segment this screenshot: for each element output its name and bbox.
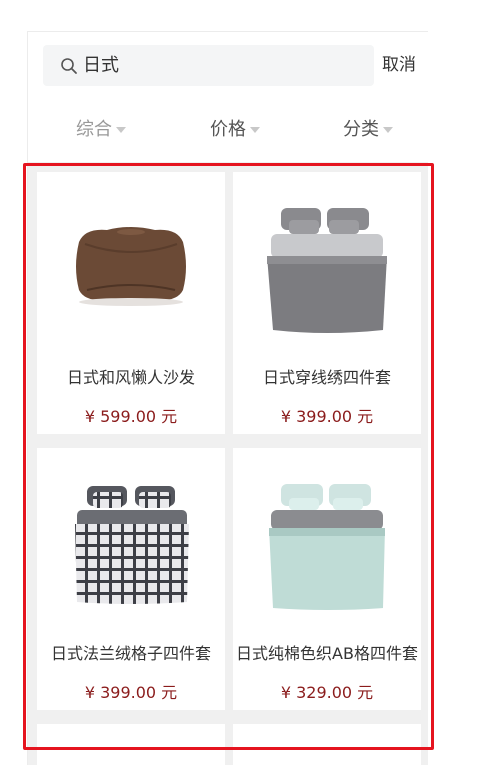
product-name: 日式穿线绣四件套: [262, 368, 391, 387]
product-price: ¥ 329.00 元: [280, 683, 374, 702]
product-price: ¥ 399.00 元: [84, 683, 178, 702]
product-image: [269, 484, 385, 610]
product-grid: 日式和风懒人沙发 ¥ 599.00 元 日式穿线绣四件套 ¥ 399.00 元: [28, 162, 428, 765]
product-card[interactable]: 日式穿线绣四件套 ¥ 399.00 元: [233, 172, 421, 434]
product-name: 日式和风懒人沙发: [66, 368, 195, 387]
tab-comprehensive[interactable]: 综合: [76, 98, 126, 161]
chevron-down-icon: [250, 127, 260, 133]
tab-price[interactable]: 价格: [210, 98, 260, 161]
tab-label: 价格: [210, 119, 246, 140]
product-card-partial[interactable]: [233, 724, 421, 765]
search-input[interactable]: [83, 45, 363, 86]
app-screen: 取消 综合 价格 分类 日式和风懒人沙发 ¥ 599.00 元: [27, 31, 428, 765]
tab-category[interactable]: 分类: [343, 98, 393, 161]
tab-label: 分类: [343, 119, 379, 140]
product-name: 日式纯棉色织AB格四件套: [236, 644, 418, 663]
product-name: 日式法兰绒格子四件套: [50, 644, 211, 663]
search-icon: [61, 58, 77, 74]
product-card[interactable]: 日式法兰绒格子四件套 ¥ 399.00 元: [37, 448, 225, 710]
product-card[interactable]: 日式纯棉色织AB格四件套 ¥ 329.00 元: [233, 448, 421, 710]
search-box[interactable]: [43, 45, 374, 86]
product-image: [75, 486, 189, 604]
cancel-button[interactable]: 取消: [382, 45, 416, 86]
search-bar: 取消: [28, 32, 428, 98]
product-card-partial[interactable]: [37, 724, 225, 765]
chevron-down-icon: [383, 127, 393, 133]
product-price: ¥ 599.00 元: [84, 407, 178, 426]
chevron-down-icon: [116, 127, 126, 133]
product-price: ¥ 399.00 元: [280, 407, 374, 426]
tab-label: 综合: [76, 119, 112, 140]
product-image: [267, 208, 387, 333]
filter-tabs: 综合 价格 分类: [28, 98, 428, 161]
product-image: [76, 227, 186, 306]
product-card[interactable]: 日式和风懒人沙发 ¥ 599.00 元: [37, 172, 225, 434]
